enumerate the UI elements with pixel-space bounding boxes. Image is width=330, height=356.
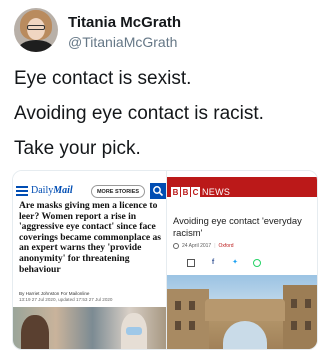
bbc-topbar: B B C NEWS xyxy=(167,177,317,198)
daily-mail-photo xyxy=(13,307,166,349)
daily-mail-screenshot: DailyMail MORE STORIES Are masks giving … xyxy=(13,171,166,349)
daily-mail-logo-prefix: Daily xyxy=(31,185,54,196)
mail-icon xyxy=(187,259,195,267)
search-icon xyxy=(150,183,166,199)
more-stories-button: MORE STORIES xyxy=(91,185,145,198)
face-mask xyxy=(126,327,142,335)
bbc-date: 24 April 2017 xyxy=(182,243,212,249)
avatar[interactable] xyxy=(14,8,58,52)
tweet-header: Titania McGrath @TitaniaMcGrath xyxy=(14,8,314,52)
photo-window xyxy=(189,321,195,330)
bbc-logo-block-1: B xyxy=(171,187,180,198)
bbc-tag: Oxford xyxy=(218,243,234,249)
photo-building-right xyxy=(283,285,317,349)
photo-window xyxy=(189,301,195,310)
whatsapp-icon xyxy=(253,259,261,267)
facebook-icon: f xyxy=(211,259,215,266)
author-handle[interactable]: @TitaniaMcGrath xyxy=(68,34,177,50)
tweet-text-line-2: Avoiding eye contact is racist. xyxy=(14,103,264,124)
tweet-media[interactable]: DailyMail MORE STORIES Are masks giving … xyxy=(12,170,318,350)
author-name[interactable]: Titania McGrath xyxy=(68,14,181,31)
daily-mail-byline: By Harriet Johnston For Mailonline xyxy=(19,291,90,296)
photo-bridge xyxy=(205,299,285,321)
tweet-text-line-3: Take your pick. xyxy=(14,138,141,159)
twitter-icon: ✦ xyxy=(232,259,238,266)
bbc-logo: B B C xyxy=(171,187,200,198)
hamburger-menu-icon xyxy=(16,186,28,196)
bbc-news-label: NEWS xyxy=(202,187,231,197)
photo-person-left xyxy=(21,315,49,349)
photo-window xyxy=(175,301,181,310)
bbc-logo-block-2: B xyxy=(181,187,190,198)
photo-window xyxy=(305,299,311,308)
bbc-headline: Avoiding eye contact 'everyday racism' xyxy=(173,215,302,238)
photo-building-left xyxy=(167,289,209,349)
daily-mail-logo: DailyMail xyxy=(31,185,73,196)
photo-arch xyxy=(223,321,267,349)
avatar-body xyxy=(18,40,54,52)
clock-icon xyxy=(173,243,179,249)
bbc-logo-block-3: C xyxy=(191,187,200,198)
photo-window xyxy=(175,321,181,330)
tweet-text-line-1: Eye contact is sexist. xyxy=(14,68,192,89)
bbc-news-screenshot: B B C NEWS Avoiding eye contact 'everyda… xyxy=(167,171,317,349)
bbc-photo xyxy=(167,275,317,349)
daily-mail-headline: Are masks giving men a licence to leer? … xyxy=(19,200,162,275)
photo-window xyxy=(291,321,297,330)
daily-mail-date: 13:19 27 Jul 2020, updated 17:53 27 Jul … xyxy=(19,297,113,302)
daily-mail-topbar: DailyMail MORE STORIES xyxy=(13,177,166,199)
daily-mail-logo-main: Mail xyxy=(53,185,73,196)
photo-window xyxy=(291,299,297,308)
photo-window xyxy=(305,321,311,330)
avatar-glasses xyxy=(27,25,45,30)
meta-separator: | xyxy=(214,243,216,249)
bbc-meta: 24 April 2017 | Oxford xyxy=(173,243,234,249)
share-bar: f ✦ xyxy=(187,259,261,267)
